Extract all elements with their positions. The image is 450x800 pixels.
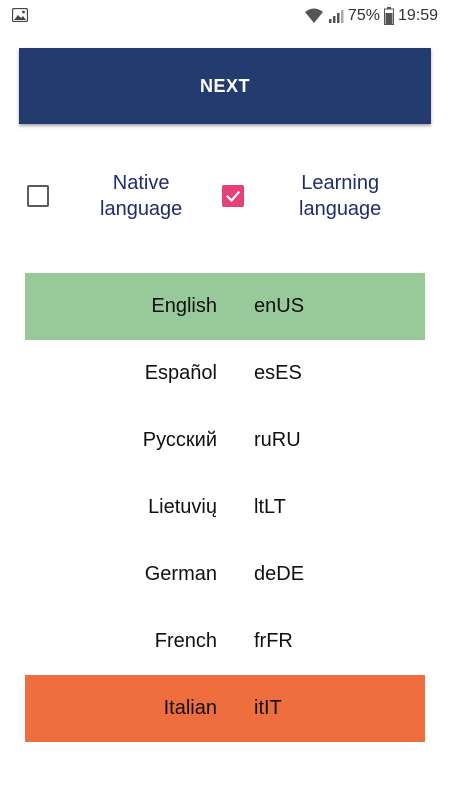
- language-name: Español: [144, 362, 217, 384]
- language-name: German: [144, 563, 217, 585]
- learning-language-checkbox[interactable]: [222, 185, 244, 207]
- status-bar: 75% 19:59: [0, 0, 450, 32]
- language-row-german[interactable]: German deDE: [25, 541, 425, 608]
- language-name: Русский: [142, 429, 217, 451]
- image-icon: [11, 7, 29, 23]
- language-name: Lietuvių: [148, 496, 217, 518]
- battery-percent: 75%: [347, 7, 380, 24]
- language-row-russian[interactable]: Русский ruRU: [25, 407, 425, 474]
- language-code: esES: [254, 362, 302, 384]
- language-row-french[interactable]: French frFR: [25, 608, 425, 675]
- clock-time: 19:59: [397, 7, 438, 24]
- language-row-lithuanian[interactable]: Lietuvių ltLT: [25, 474, 425, 541]
- wifi-icon: [304, 8, 324, 24]
- native-language-option[interactable]: Native language: [27, 168, 182, 224]
- language-row-italian[interactable]: Italian itIT: [25, 675, 425, 742]
- language-code: ruRU: [254, 429, 301, 451]
- battery-icon: [383, 7, 394, 25]
- language-list: English enUS Español esES Русский ruRU L…: [25, 273, 425, 742]
- learning-language-option[interactable]: Learning language: [222, 168, 381, 224]
- language-name: Italian: [163, 697, 217, 719]
- checkmark-icon: [225, 190, 241, 203]
- language-code: enUS: [254, 295, 305, 317]
- language-code: frFR: [254, 630, 293, 652]
- language-row-english[interactable]: English enUS: [25, 273, 425, 340]
- language-row-espanol[interactable]: Español esES: [25, 340, 425, 407]
- native-language-checkbox[interactable]: [27, 185, 49, 207]
- language-code: ltLT: [254, 496, 286, 518]
- language-code: deDE: [254, 563, 305, 585]
- native-language-label: Native language: [100, 172, 183, 220]
- learning-language-label: Learning language: [299, 172, 382, 220]
- language-name: English: [151, 295, 217, 317]
- language-name: French: [154, 630, 217, 652]
- next-button[interactable]: NEXT: [19, 48, 431, 124]
- signal-icon: [328, 8, 344, 24]
- language-code: itIT: [254, 697, 282, 719]
